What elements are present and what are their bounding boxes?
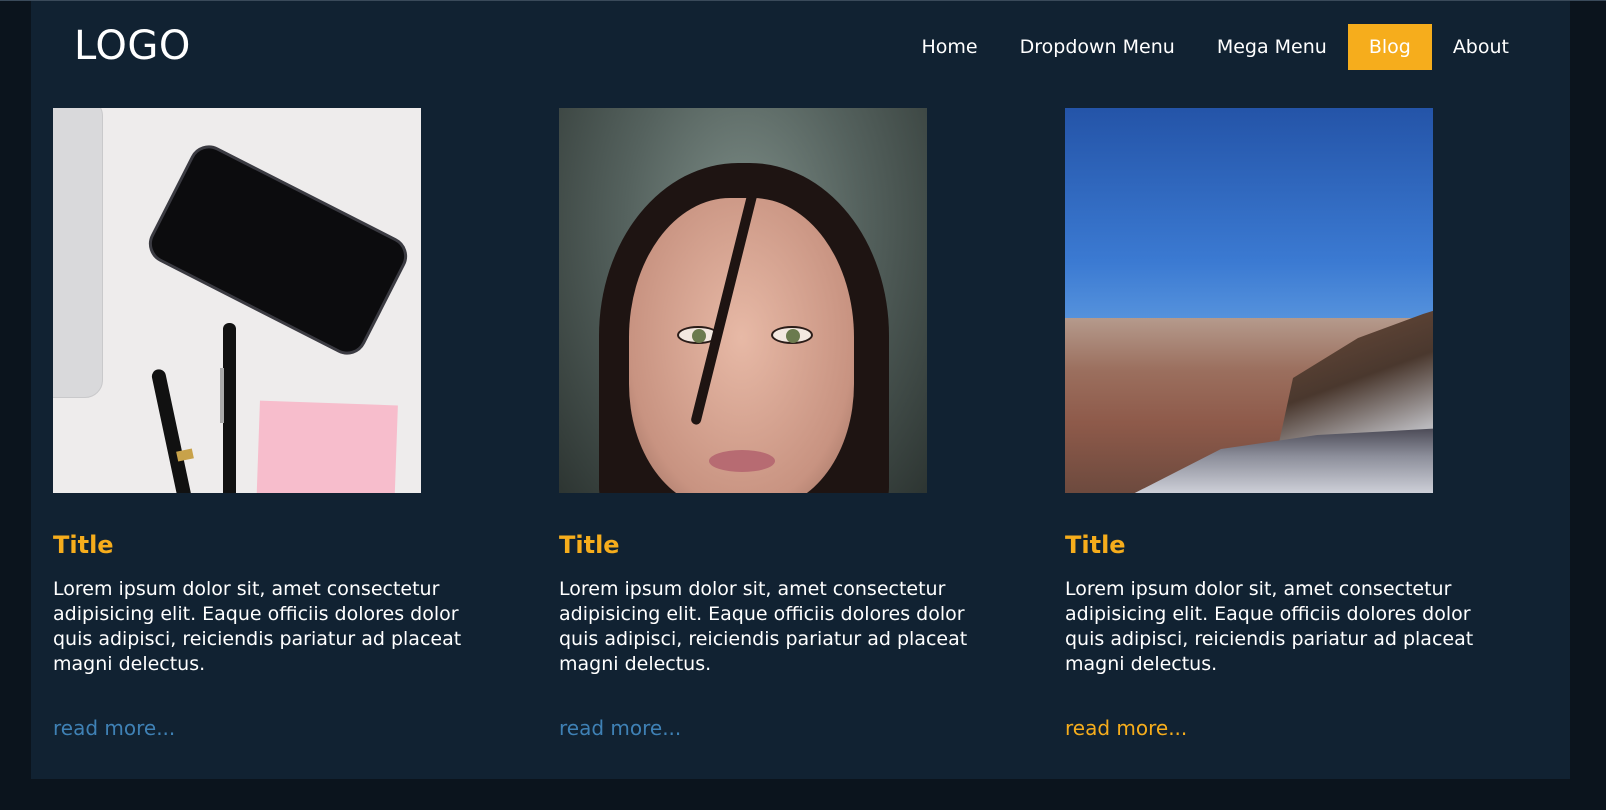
blog-card: Title Lorem ipsum dolor sit, amet consec… [53,108,559,740]
card-title: Title [53,531,114,559]
card-title: Title [559,531,620,559]
card-title: Title [1065,531,1126,559]
sticky-note-shape [256,400,398,493]
nav-item-about[interactable]: About [1432,24,1530,70]
phone-shape [142,138,414,362]
blog-cards: Title Lorem ipsum dolor sit, amet consec… [53,108,1571,740]
card-text: Lorem ipsum dolor sit, amet consectetur … [1065,578,1474,675]
nav-item-mega-menu[interactable]: Mega Menu [1196,24,1348,70]
nav-item-dropdown-menu[interactable]: Dropdown Menu [999,24,1196,70]
site-logo[interactable]: LOGO [74,23,191,69]
blog-card: Title Lorem ipsum dolor sit, amet consec… [559,108,1065,740]
blog-card: Title Lorem ipsum dolor sit, amet consec… [1065,108,1571,740]
read-more-link[interactable]: read more... [53,716,175,740]
main-nav: Home Dropdown Menu Mega Menu Blog About [901,24,1530,70]
card-text: Lorem ipsum dolor sit, amet consectetur … [559,578,968,675]
pen-shape [223,323,236,493]
eye-shape [771,326,813,344]
nav-item-blog[interactable]: Blog [1347,24,1432,70]
read-more-link[interactable]: read more... [559,716,681,740]
card-text: Lorem ipsum dolor sit, amet consectetur … [53,578,462,675]
pen-shape [150,368,194,493]
read-more-link[interactable]: read more... [1065,716,1187,740]
desk-phone-pens-photo[interactable] [53,108,421,493]
pen-clip [220,368,224,423]
laptop-shape [53,108,103,398]
canyon-landscape-photo[interactable] [1065,108,1433,493]
main-panel: LOGO Home Dropdown Menu Mega Menu Blog A… [31,1,1570,779]
nav-item-home[interactable]: Home [901,24,999,70]
pen-band [176,448,194,462]
woman-portrait-photo[interactable] [559,108,927,493]
lips-shape [709,450,775,472]
